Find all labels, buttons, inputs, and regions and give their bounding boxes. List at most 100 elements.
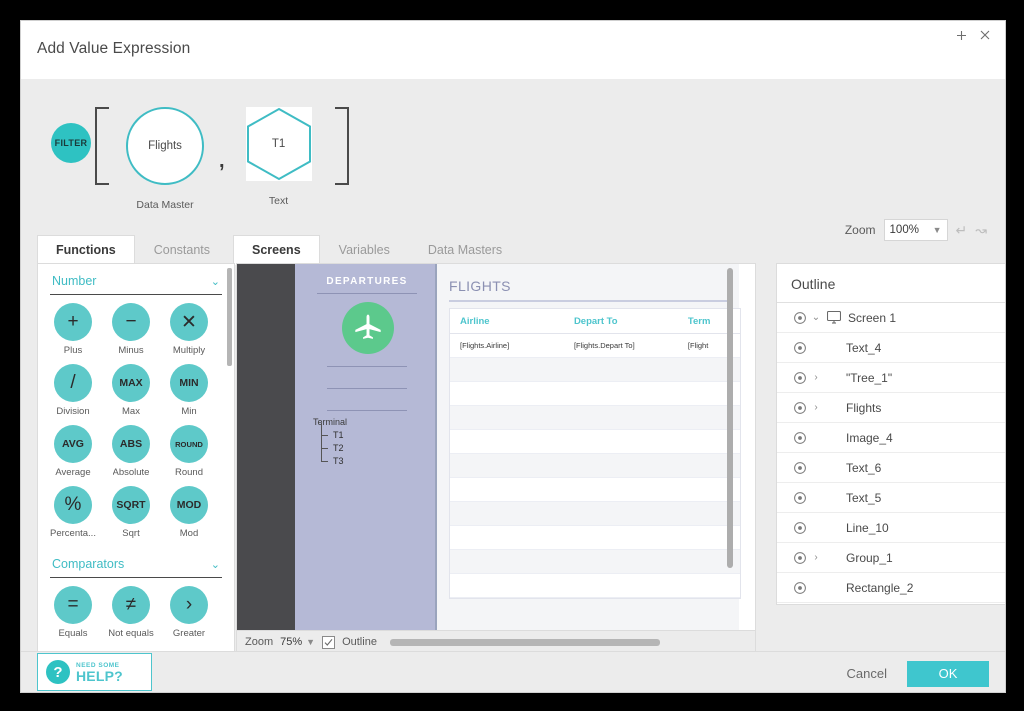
preview-terminal-tree[interactable]: T1 T2 T3 bbox=[319, 423, 344, 468]
function-item[interactable]: − Minus bbox=[102, 303, 160, 356]
eye-icon[interactable] bbox=[791, 431, 808, 445]
cancel-button[interactable]: Cancel bbox=[843, 660, 891, 687]
chevron-right-icon[interactable]: › bbox=[808, 402, 824, 413]
function-item[interactable]: ✕ Multiply bbox=[160, 303, 218, 356]
table-row-empty[interactable] bbox=[450, 550, 740, 574]
chevron-right-icon[interactable]: › bbox=[808, 552, 824, 563]
screen-preview-canvas[interactable]: DEPARTURES Terminal T1 T2 T3 FLIGHTS Air… bbox=[237, 264, 755, 630]
outline-row[interactable]: › Group_1 bbox=[777, 543, 1005, 573]
terminal-tree-item[interactable]: T3 bbox=[319, 449, 344, 468]
preview-vertical-scrollbar[interactable] bbox=[727, 268, 733, 568]
terminal-tree-item[interactable]: T1 bbox=[319, 423, 344, 442]
table-row-empty[interactable] bbox=[450, 406, 740, 430]
table-row-empty[interactable] bbox=[450, 454, 740, 478]
table-row[interactable]: [Flights.Airline] [Flights.Depart To] [Fli… bbox=[450, 334, 740, 358]
outline-checkbox[interactable] bbox=[322, 635, 336, 649]
table-row-empty[interactable] bbox=[450, 430, 740, 454]
function-item[interactable]: › Greater bbox=[160, 586, 218, 639]
table-column-header[interactable]: Depart To bbox=[574, 316, 688, 327]
add-icon[interactable] bbox=[951, 25, 971, 45]
preview-departures-title: DEPARTURES bbox=[326, 276, 408, 287]
function-label: Minus bbox=[118, 345, 144, 356]
outline-row[interactable]: ›Image_4 bbox=[777, 423, 1005, 453]
eye-icon[interactable] bbox=[791, 581, 808, 595]
eye-icon[interactable] bbox=[791, 551, 808, 565]
function-glyph: MOD bbox=[170, 486, 208, 524]
outline-row[interactable]: ›Text_5 bbox=[777, 483, 1005, 513]
table-row-empty[interactable] bbox=[450, 382, 740, 406]
table-column-header[interactable]: Airline bbox=[450, 316, 574, 327]
table-row-empty[interactable] bbox=[450, 478, 740, 502]
outline-panel: Outline ⌄Screen 1›Text_4›"Tree_1"›Flight… bbox=[776, 263, 1005, 605]
function-item[interactable]: ABS Absolute bbox=[102, 425, 160, 478]
eye-icon[interactable] bbox=[791, 371, 808, 385]
function-item[interactable]: + Plus bbox=[44, 303, 102, 356]
chevron-down-icon[interactable]: ⌄ bbox=[808, 312, 824, 323]
table-row-empty[interactable] bbox=[450, 526, 740, 550]
tab-data-masters[interactable]: Data Masters bbox=[409, 235, 521, 264]
terminal-tree-item[interactable]: T2 bbox=[319, 436, 344, 455]
preview-flights-table[interactable]: Airline Depart To Term [Flights.Airline] [Fl… bbox=[449, 308, 741, 599]
function-item[interactable]: % Percenta... bbox=[44, 486, 102, 539]
chevron-down-icon[interactable]: ⌄ bbox=[211, 558, 220, 571]
outline-row-label: Rectangle_2 bbox=[846, 580, 914, 595]
operand-text-value-wrap[interactable]: T1 bbox=[245, 107, 312, 181]
function-label: Multiply bbox=[172, 345, 206, 356]
function-item[interactable]: SQRT Sqrt bbox=[102, 486, 160, 539]
operand-flights-value[interactable]: Flights bbox=[126, 107, 204, 185]
function-item[interactable]: MOD Mod bbox=[160, 486, 218, 539]
eye-icon[interactable] bbox=[791, 311, 808, 325]
function-item[interactable]: / Division bbox=[44, 364, 102, 417]
close-icon[interactable] bbox=[975, 25, 995, 45]
outline-row[interactable]: ›Rectangle_2 bbox=[777, 573, 1005, 603]
preview-table-area: FLIGHTS Airline Depart To Term [Flights.Air… bbox=[435, 264, 741, 630]
eye-icon[interactable] bbox=[791, 521, 808, 535]
outline-row[interactable]: ›Line_10 bbox=[777, 513, 1005, 543]
table-row-empty[interactable] bbox=[450, 358, 740, 382]
function-item[interactable]: AVG Average bbox=[44, 425, 102, 478]
functions-scroll-area[interactable]: Number ⌄ + Plus − Minus ✕ Multiply / Division MAX M… bbox=[38, 264, 234, 652]
function-item[interactable]: = Equals bbox=[44, 586, 102, 639]
chevron-right-icon[interactable]: › bbox=[808, 372, 824, 383]
need-help-widget[interactable]: ? NEED SOME HELP? bbox=[37, 653, 152, 691]
outline-row[interactable]: › Flights bbox=[777, 393, 1005, 423]
tab-screens[interactable]: Screens bbox=[233, 235, 320, 265]
function-glyph: ROUND bbox=[170, 425, 208, 463]
function-label: Equals bbox=[58, 628, 88, 639]
operand-text[interactable]: T1 Text bbox=[227, 91, 331, 207]
ok-button[interactable]: OK bbox=[907, 660, 989, 687]
tab-constants[interactable]: Constants bbox=[135, 235, 229, 264]
function-glyph: SQRT bbox=[112, 486, 150, 524]
function-item[interactable]: ≠ Not equals bbox=[102, 586, 160, 639]
screen-preview-panel: DEPARTURES Terminal T1 T2 T3 FLIGHTS Air… bbox=[236, 263, 756, 653]
eye-icon[interactable] bbox=[791, 461, 808, 475]
eye-icon[interactable] bbox=[791, 401, 808, 415]
preview-zoom-select[interactable]: 75% ▼ bbox=[280, 636, 315, 648]
function-item[interactable]: MIN Min bbox=[160, 364, 218, 417]
outline-row[interactable]: › "Tree_1" bbox=[777, 363, 1005, 393]
expression-canvas[interactable]: FILTER Flights Data Master , T1 Text Zoo… bbox=[21, 79, 1005, 241]
outline-row[interactable]: ›Text_4 bbox=[777, 333, 1005, 363]
functions-section-header[interactable]: Comparators ⌄ bbox=[38, 547, 234, 577]
functions-section-header[interactable]: Number ⌄ bbox=[38, 264, 234, 294]
outline-list[interactable]: ⌄Screen 1›Text_4›"Tree_1"›Flights›Image_… bbox=[777, 303, 1005, 603]
operand-flights[interactable]: Flights Data Master bbox=[113, 91, 217, 211]
chevron-down-icon[interactable]: ⌄ bbox=[211, 275, 220, 288]
functions-section-title: Number bbox=[52, 274, 97, 288]
function-item[interactable]: ROUND Round bbox=[160, 425, 218, 478]
eye-icon[interactable] bbox=[791, 491, 808, 505]
table-row-empty[interactable] bbox=[450, 502, 740, 526]
expression-function-chip[interactable]: FILTER bbox=[51, 123, 91, 163]
outline-row[interactable]: ⌄ Screen 1 bbox=[777, 303, 1005, 333]
function-item[interactable]: MAX Max bbox=[102, 364, 160, 417]
function-glyph: ABS bbox=[112, 425, 150, 463]
preview-horizontal-scrollbar[interactable] bbox=[389, 638, 660, 646]
tab-functions[interactable]: Functions bbox=[37, 235, 135, 265]
outline-row[interactable]: ›Text_6 bbox=[777, 453, 1005, 483]
tab-variables[interactable]: Variables bbox=[320, 235, 409, 264]
section-divider bbox=[50, 577, 222, 578]
eye-icon[interactable] bbox=[791, 341, 808, 355]
preview-terminal-label: Terminal bbox=[313, 417, 348, 427]
functions-scrollbar[interactable] bbox=[227, 268, 232, 366]
table-row-empty[interactable] bbox=[450, 574, 740, 598]
